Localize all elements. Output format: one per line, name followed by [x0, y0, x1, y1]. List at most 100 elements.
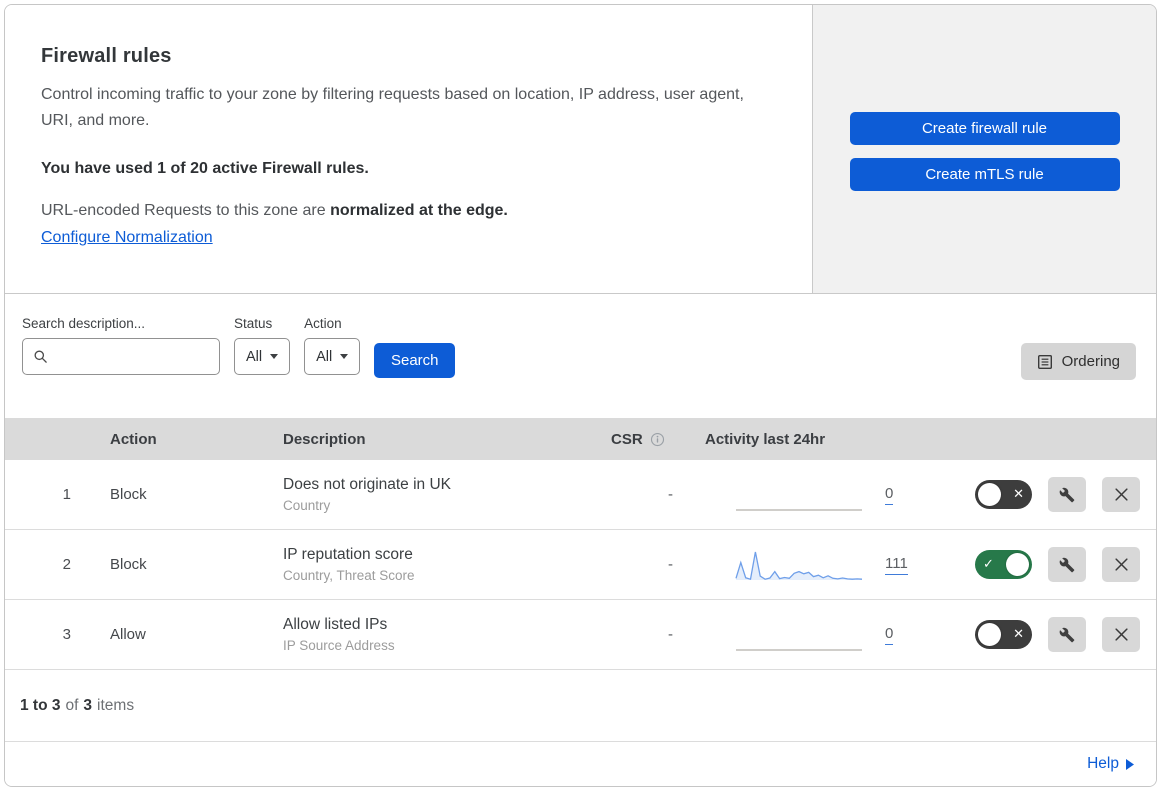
items-range: 1 to 3 [20, 696, 61, 714]
help-row: Help [5, 742, 1156, 786]
rule-priority: 3 [62, 626, 71, 643]
chevron-right-icon [1126, 758, 1134, 770]
of-label: of [65, 696, 79, 714]
wrench-icon [1059, 627, 1075, 642]
search-input[interactable] [54, 348, 211, 365]
rule-activity-cell: 111 [695, 548, 965, 582]
rule-description: IP reputation score [283, 546, 413, 563]
rule-action: Block [110, 556, 147, 573]
toggle-knob [1006, 553, 1029, 576]
rule-activity-cell: 0 [695, 478, 965, 512]
search-button[interactable]: Search [374, 343, 456, 378]
description-column-header: Description [283, 430, 366, 448]
create-mtls-rule-button[interactable]: Create mTLS rule [849, 158, 1120, 191]
page-description: Control incoming traffic to your zone by… [41, 86, 744, 129]
create-firewall-rule-button[interactable]: Create firewall rule [849, 112, 1120, 145]
search-label: Search description... [22, 316, 146, 331]
rule-enable-toggle[interactable]: ✓ ✕ [975, 620, 1032, 649]
close-icon [1114, 558, 1128, 571]
rule-priority: 2 [62, 556, 71, 573]
rule-activity-cell: 0 [695, 618, 965, 652]
rule-action: Block [110, 486, 147, 503]
table-header: Action Description CSR Activity last 24h… [5, 418, 1156, 460]
x-icon: ✕ [1013, 487, 1024, 502]
status-select[interactable]: All [234, 338, 291, 375]
rule-action: Allow [110, 626, 146, 643]
firewall-rules-page: Firewall rules Control incoming traffic … [4, 4, 1157, 787]
normalization-note: URL-encoded Requests to this zone are no… [41, 202, 772, 220]
filter-bar: Search description... Status All Action … [5, 294, 1156, 418]
csr-column-header: CSR [595, 431, 695, 448]
normalization-text: URL-encoded Requests to this zone are [41, 201, 326, 219]
intro-card: Firewall rules Control incoming traffic … [5, 5, 813, 293]
toggle-knob [978, 623, 1001, 646]
close-icon [1114, 628, 1128, 641]
activity-count-link[interactable]: 0 [885, 625, 894, 645]
activity-count-link[interactable]: 0 [885, 485, 894, 505]
edit-rule-button[interactable] [1048, 617, 1086, 652]
rule-description: Allow listed IPs [283, 616, 388, 633]
help-link[interactable]: Help [1087, 755, 1134, 773]
edit-rule-button[interactable] [1048, 547, 1086, 582]
normalization-bold: normalized at the edge. [330, 201, 508, 219]
action-select[interactable]: All [304, 338, 361, 375]
activity-sparkline [735, 551, 863, 580]
rule-csr-value: - [668, 556, 673, 573]
configure-normalization-link[interactable]: Configure Normalization [41, 229, 213, 247]
search-field: Search description... [22, 316, 220, 375]
help-label: Help [1087, 755, 1119, 772]
usage-summary: You have used 1 of 20 active Firewall ru… [41, 159, 369, 177]
edit-rule-button[interactable] [1048, 477, 1086, 512]
rule-fields: Country, Threat Score [283, 568, 415, 583]
rule-controls: ✓ ✕ [965, 617, 1156, 652]
rule-fields: IP Source Address [283, 638, 395, 653]
info-icon[interactable] [650, 432, 665, 447]
action-field: Action All [304, 316, 361, 375]
action-selected-value: All [316, 348, 333, 365]
csr-label: CSR [611, 430, 643, 448]
search-icon [34, 350, 47, 363]
search-box[interactable] [22, 338, 220, 375]
table-row: 2 Block IP reputation score Country, Thr… [5, 530, 1156, 600]
items-label: items [97, 696, 135, 714]
rule-controls: ✓ ✕ [965, 477, 1156, 512]
table-row: 3 Allow Allow listed IPs IP Source Addre… [5, 600, 1156, 670]
delete-rule-button[interactable] [1102, 547, 1140, 582]
status-selected-value: All [246, 348, 263, 365]
wrench-icon [1059, 487, 1075, 502]
rule-description-cell: IP reputation score Country, Threat Scor… [265, 546, 595, 583]
rule-controls: ✓ ✕ [965, 547, 1156, 582]
delete-rule-button[interactable] [1102, 617, 1140, 652]
rule-enable-toggle[interactable]: ✓ ✕ [975, 480, 1032, 509]
activity-column-header: Activity last 24hr [705, 430, 826, 448]
action-column-header: Action [110, 430, 157, 448]
toggle-knob [978, 483, 1001, 506]
rule-description-cell: Allow listed IPs IP Source Address [265, 616, 595, 653]
rule-fields: Country [283, 498, 331, 513]
rule-priority: 1 [62, 486, 71, 503]
action-label: Action [304, 316, 342, 331]
chevron-down-icon [270, 354, 279, 359]
items-total: 3 [83, 696, 93, 714]
wrench-icon [1059, 557, 1075, 572]
x-icon: ✕ [1013, 627, 1024, 642]
close-icon [1114, 488, 1128, 501]
rule-csr-value: - [668, 626, 673, 643]
activity-sparkline [736, 508, 862, 511]
actions-panel: Create firewall rule Create mTLS rule [813, 5, 1156, 293]
rule-csr-value: - [668, 486, 673, 503]
table-row: 1 Block Does not originate in UK Country… [5, 460, 1156, 530]
rule-description-cell: Does not originate in UK Country [265, 476, 595, 513]
rule-description: Does not originate in UK [283, 476, 452, 493]
chevron-down-icon [340, 354, 349, 359]
ordering-label: Ordering [1061, 353, 1120, 370]
delete-rule-button[interactable] [1102, 477, 1140, 512]
activity-sparkline [736, 648, 862, 651]
activity-count-link[interactable]: 111 [885, 555, 908, 575]
status-field: Status All [234, 316, 291, 375]
rule-enable-toggle[interactable]: ✓ ✕ [975, 550, 1032, 579]
ordering-button[interactable]: Ordering [1020, 343, 1136, 380]
pagination-summary: 1 to 3 of 3 items [5, 670, 1156, 742]
intro-section: Firewall rules Control incoming traffic … [5, 5, 1156, 294]
page-title: Firewall rules [41, 45, 172, 67]
